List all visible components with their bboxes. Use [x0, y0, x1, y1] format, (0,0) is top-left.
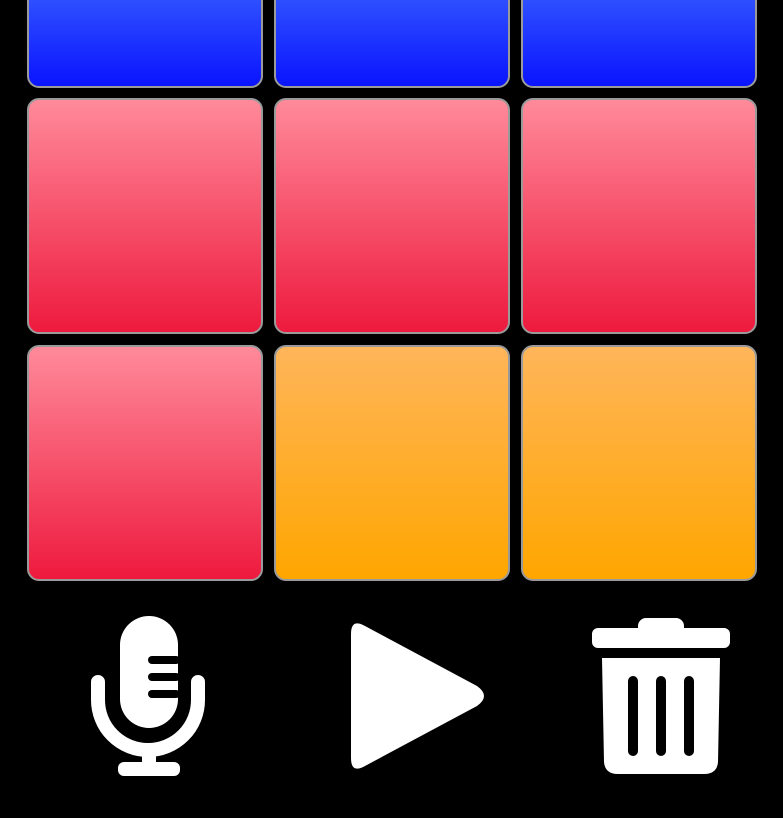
delete-button[interactable]	[590, 616, 732, 778]
pad-3[interactable]	[521, 0, 757, 88]
record-button[interactable]	[88, 612, 208, 778]
pad-4[interactable]	[27, 98, 263, 334]
trash-icon	[592, 618, 730, 774]
pad-6[interactable]	[521, 98, 757, 334]
pad-2[interactable]	[274, 0, 510, 88]
drum-pad-screen	[0, 0, 783, 818]
microphone-icon	[91, 616, 205, 776]
play-button[interactable]	[347, 616, 489, 776]
pad-8[interactable]	[274, 345, 510, 581]
play-icon	[351, 623, 484, 769]
pad-1[interactable]	[27, 0, 263, 88]
pad-9[interactable]	[521, 345, 757, 581]
pad-7[interactable]	[27, 345, 263, 581]
pad-5[interactable]	[274, 98, 510, 334]
